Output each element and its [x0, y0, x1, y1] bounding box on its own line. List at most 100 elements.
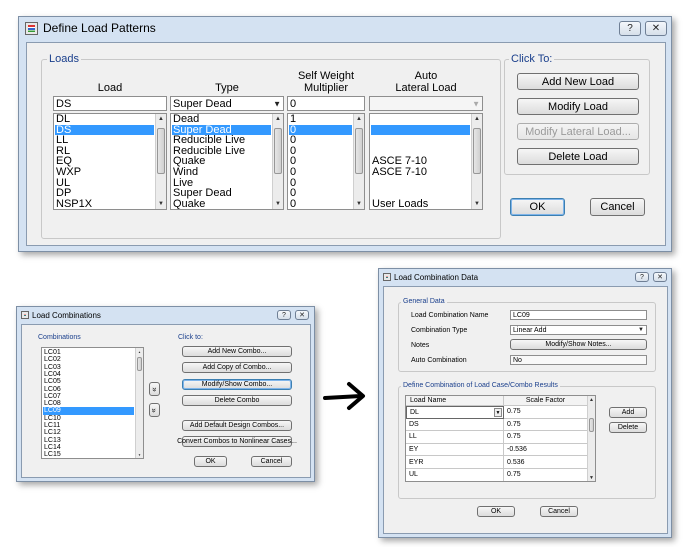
list-item[interactable]: Dead [172, 114, 271, 125]
scroll-thumb[interactable] [274, 128, 282, 174]
delete-button[interactable]: Delete [609, 422, 647, 433]
modify-load-button[interactable]: Modify Load [517, 98, 639, 115]
vertical-scrollbar[interactable]: ▲ ▼ [272, 114, 283, 209]
chevron-down-icon[interactable]: ▼ [494, 408, 502, 417]
close-icon[interactable]: ✕ [653, 272, 667, 282]
load-name-cell[interactable]: DL ▼ [406, 406, 504, 419]
modify-show-notes-button[interactable]: Modify/Show Notes... [510, 339, 647, 350]
add-new-combo-button[interactable]: Add New Combo... [182, 346, 292, 357]
help-icon[interactable]: ? [635, 272, 649, 282]
chevron-down-icon[interactable]: ▼ [638, 327, 644, 333]
delete-load-button[interactable]: Delete Load [517, 148, 639, 165]
scale-factor-cell[interactable]: 0.75 [504, 469, 588, 481]
list-item[interactable]: LC03 [43, 364, 134, 371]
list-item[interactable]: RL [55, 146, 154, 157]
modify-show-combo-button[interactable]: Modify/Show Combo... [182, 379, 292, 390]
scroll-down-arrow-icon[interactable]: ▼ [472, 199, 482, 209]
modify-lateral-load-button[interactable]: Modify Lateral Load... [517, 123, 639, 140]
list-item[interactable]: LC08 [43, 400, 134, 407]
load-name-cell[interactable]: DS [406, 418, 504, 432]
list-item[interactable]: LC11 [43, 422, 134, 429]
title-bar[interactable]: Define Load Patterns [19, 17, 671, 39]
list-item[interactable]: UL [55, 178, 154, 189]
ok-button[interactable]: OK [194, 456, 227, 467]
combinations-list[interactable]: LC01 LC02 LC03 LC04 LC05 LC06 LC07 LC08 LC09 LC10… [41, 347, 144, 459]
cancel-button[interactable]: Cancel [251, 456, 292, 467]
list-item[interactable]: WXP [55, 167, 154, 178]
convert-combos-button[interactable]: Convert Combos to Nonlinear Cases... [177, 436, 297, 447]
list-item[interactable]: LC04 [43, 371, 134, 378]
scroll-thumb[interactable] [137, 357, 142, 371]
list-item[interactable]: LC13 [43, 437, 134, 444]
list-item[interactable]: 0 [289, 199, 352, 209]
list-item[interactable]: LC02 [43, 356, 134, 363]
scroll-down-arrow-icon[interactable]: ▼ [588, 474, 595, 481]
list-item[interactable]: LC07 [43, 393, 134, 400]
scroll-thumb[interactable] [589, 418, 594, 432]
help-icon[interactable]: ? [277, 310, 291, 320]
combination-type-select[interactable]: Linear Add ▼ [510, 325, 647, 335]
vertical-scrollbar[interactable]: ▲ ▼ [471, 114, 482, 209]
scroll-up-arrow-icon[interactable]: ▲ [156, 114, 166, 124]
scroll-down-arrow-icon[interactable]: ▼ [273, 199, 283, 209]
add-copy-of-combo-button[interactable]: Add Copy of Combo... [182, 362, 292, 373]
scroll-up-arrow-icon[interactable]: ▲ [354, 114, 364, 124]
list-item[interactable]: Quake [172, 199, 271, 209]
list-item[interactable]: Reducible Live [172, 146, 271, 157]
list-item[interactable]: LC15 [43, 451, 134, 458]
load-name-cell[interactable]: EY [406, 443, 504, 457]
list-item[interactable]: Live [172, 178, 271, 189]
chevron-down-icon[interactable]: ▼ [472, 99, 480, 108]
list-item[interactable]: ASCE 7-10 [371, 167, 470, 178]
add-new-load-button[interactable]: Add New Load [517, 73, 639, 90]
scale-factor-cell[interactable]: 0.75 [504, 406, 588, 419]
list-item[interactable] [371, 146, 470, 157]
ok-button[interactable]: OK [510, 198, 565, 216]
multiplier-input[interactable]: 0 [287, 96, 365, 111]
list-item[interactable] [371, 178, 470, 189]
scroll-up-arrow-icon[interactable]: ▲ [472, 114, 482, 124]
vertical-scrollbar[interactable]: ▲ ▼ [587, 396, 595, 481]
scroll-down-arrow-icon[interactable]: ▼ [136, 451, 143, 458]
scale-factor-cell[interactable]: 0.536 [504, 456, 588, 469]
vertical-scrollbar[interactable]: ▲ ▼ [135, 348, 143, 458]
scale-factor-cell[interactable]: -0.536 [504, 443, 588, 457]
list-item[interactable]: LC05 [43, 378, 134, 385]
close-icon[interactable]: ✕ [295, 310, 309, 320]
cancel-button[interactable]: Cancel [540, 506, 578, 517]
list-item[interactable]: LC10 [43, 415, 134, 422]
list-item[interactable]: LC14 [43, 444, 134, 451]
list-item[interactable]: LC09 [43, 407, 134, 415]
load-name-cell[interactable]: LL [406, 431, 504, 444]
load-list[interactable]: DL DS LL RL EQ WXP UL DP NSP1X ▲ ▼ [53, 113, 167, 210]
ok-button[interactable]: OK [477, 506, 515, 517]
scroll-up-arrow-icon[interactable]: ▲ [273, 114, 283, 124]
list-item[interactable]: DS [55, 124, 154, 136]
add-default-design-combos-button[interactable]: Add Default Design Combos... [182, 420, 292, 431]
move-down-button[interactable]: » [149, 403, 160, 417]
list-item[interactable]: LC06 [43, 386, 134, 393]
scale-factor-cell[interactable]: 0.75 [504, 418, 588, 432]
list-item[interactable]: Reducible Live [172, 135, 271, 146]
add-button[interactable]: Add [609, 407, 647, 418]
multiplier-list[interactable]: 1 0 0 0 0 0 0 0 0 ▲ ▼ [287, 113, 365, 210]
list-item[interactable]: 0 [289, 124, 352, 136]
scroll-thumb[interactable] [355, 128, 363, 174]
scale-factor-cell[interactable]: 0.75 [504, 431, 588, 444]
chevron-down-icon[interactable]: ▼ [273, 99, 281, 108]
list-item[interactable]: Super Dead [172, 188, 271, 199]
delete-combo-button[interactable]: Delete Combo [182, 395, 292, 406]
list-item[interactable]: LC12 [43, 429, 134, 436]
vertical-scrollbar[interactable]: ▲ ▼ [155, 114, 166, 209]
list-item[interactable]: DL [55, 114, 154, 125]
list-item[interactable]: Wind [172, 167, 271, 178]
list-item[interactable]: User Loads [371, 199, 470, 209]
list-item[interactable]: LL [55, 135, 154, 146]
list-item[interactable]: 1 [289, 114, 352, 125]
title-bar[interactable]: Load Combination Data [379, 269, 671, 285]
close-icon[interactable]: ✕ [645, 21, 667, 36]
list-item[interactable] [371, 188, 470, 199]
list-item[interactable]: EQ [55, 156, 154, 167]
vertical-scrollbar[interactable]: ▲ ▼ [353, 114, 364, 209]
scroll-up-arrow-icon[interactable]: ▲ [136, 348, 143, 355]
